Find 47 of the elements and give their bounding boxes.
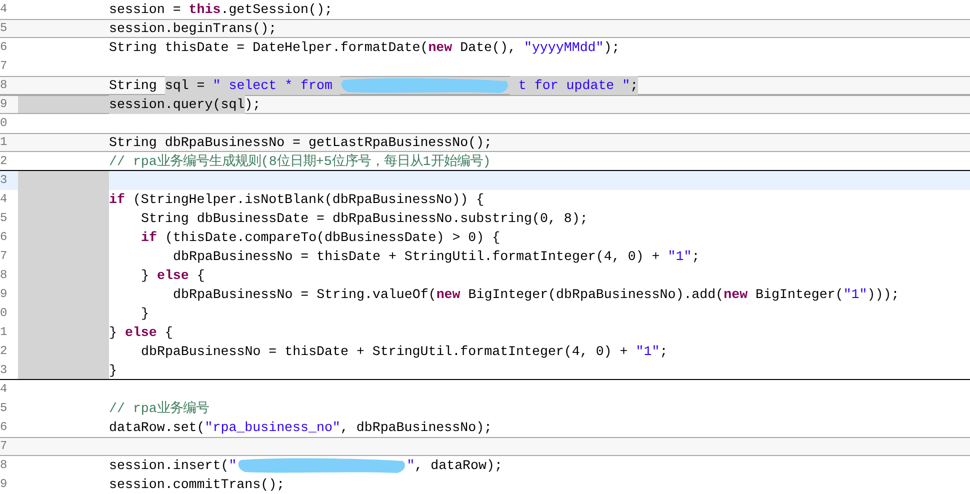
code-line: session.insert(" ", dataRow);	[109, 457, 502, 475]
line-number: 4	[0, 381, 8, 398]
line-number: 0	[0, 115, 8, 132]
code-line: } else {	[140, 267, 205, 285]
code-line: dbRpaBusinessNo = String.valueOf(new BigInteger(dbRpaBusinessNo).add(new BigInteger("1")));	[172, 286, 900, 304]
line-number: 8	[0, 457, 8, 474]
code-line: String dbRpaBusinessNo = getLastRpaBusinessNo();	[109, 134, 492, 152]
code-line: // rpa业务编号生成规则(8位日期+5位序号，每日从1开始编号)	[109, 152, 491, 171]
line-number: 4	[0, 1, 8, 18]
line-number: 1	[0, 324, 8, 341]
line-number: 5	[0, 20, 8, 37]
line-number: 8	[0, 77, 8, 94]
line-number: 9	[0, 286, 8, 303]
line-number: 6	[0, 229, 8, 246]
code-line: String dbBusinessDate = dbRpaBusinessNo.substring(0, 8);	[140, 210, 588, 228]
line-number: 4	[0, 191, 8, 208]
code-line: session.beginTrans();	[109, 20, 277, 38]
code-line: dbRpaBusinessNo = thisDate + StringUtil.formatInteger(4, 0) + "1";	[140, 343, 668, 361]
line-number: 6	[0, 39, 8, 56]
line-number: 7	[0, 438, 8, 455]
code-line: } else {	[109, 324, 173, 342]
line-number: 9	[0, 476, 8, 493]
code-line: }	[140, 305, 149, 323]
code-line: if (StringHelper.isNotBlank(dbRpaBusinessNo)) {	[109, 191, 484, 209]
line-number: 7	[0, 58, 8, 75]
code-line: if (thisDate.compareTo(dbBusinessDate) > 0) {	[140, 229, 500, 247]
line-number: 3	[0, 362, 8, 379]
line-number: 1	[0, 134, 8, 151]
code-line: session = this.getSession();	[109, 1, 332, 19]
line-number: 8	[0, 267, 8, 284]
line-number: 9	[0, 96, 8, 113]
line-number: 2	[0, 343, 8, 360]
line-number: 5	[0, 210, 8, 227]
code-line: }	[109, 362, 117, 380]
line-number: 6	[0, 419, 8, 436]
code-line: String thisDate = DateHelper.formatDate(new Date(), "yyyyMMdd");	[109, 39, 620, 57]
line-number: 2	[0, 153, 8, 170]
code-line: dataRow.set("rpa_business_no", dbRpaBusinessNo);	[109, 419, 492, 437]
line-number: 5	[0, 400, 8, 417]
code-line: String sql = " select * from t for update ";	[109, 76, 638, 95]
line-number: 3	[0, 172, 8, 189]
code-line: session.query(sql);	[109, 95, 261, 114]
code-line: dbRpaBusinessNo = thisDate + StringUtil.formatInteger(4, 0) + "1";	[172, 248, 700, 266]
code-line: // rpa业务编号	[109, 400, 209, 418]
code-line: session.commitTrans();	[109, 476, 285, 494]
line-number: 0	[0, 305, 8, 322]
line-number: 7	[0, 248, 8, 265]
